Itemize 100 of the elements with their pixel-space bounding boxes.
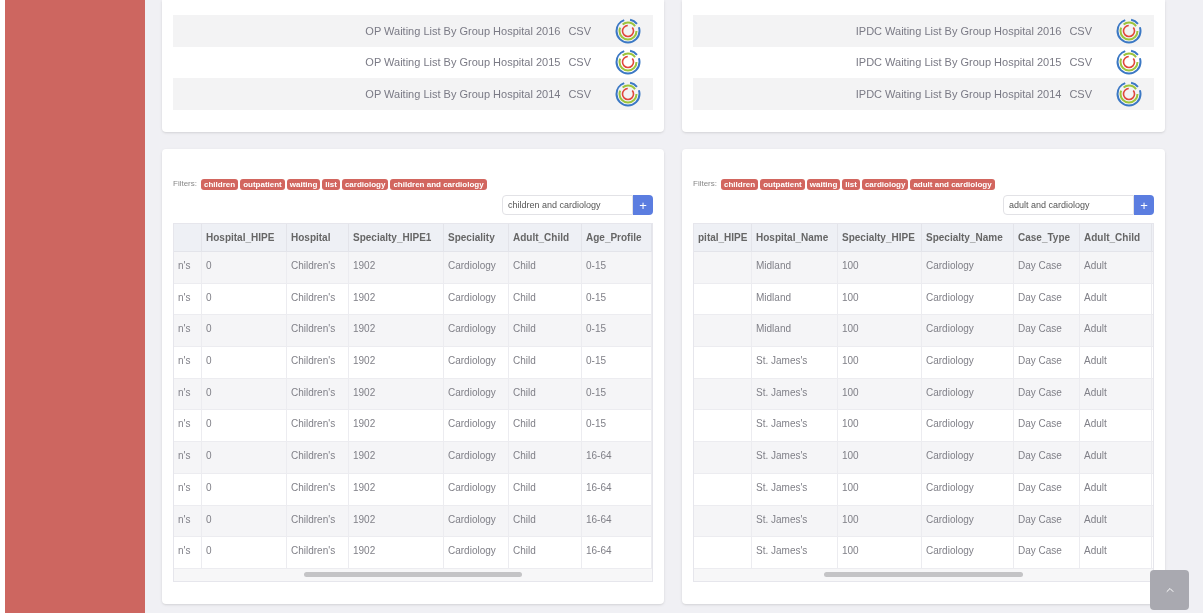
table-cell-text: Child [513, 354, 536, 369]
column-header[interactable]: Hospital_Name [756, 230, 829, 245]
table-cell-text: 1902 [353, 512, 376, 527]
file-link[interactable]: OP Waiting List By Group Hospital 2016 [365, 22, 561, 39]
filter-tag[interactable]: children [201, 178, 239, 190]
table-cell-text: Day Case [1018, 322, 1062, 337]
table-cell-text: 100 [842, 512, 859, 527]
table-cell-text: Cardiology [448, 480, 496, 495]
table-cell-text: Adult [1084, 385, 1107, 400]
file-link[interactable]: IPDC Waiting List By Group Hospital 2015 [855, 54, 1062, 71]
table-cell-text: Cardiology [926, 544, 974, 559]
ring-logo-icon[interactable] [615, 17, 641, 44]
ring-logo-icon[interactable] [1116, 49, 1142, 76]
table-cell-text: 1902 [353, 385, 376, 400]
column-header[interactable]: Adult_Child [513, 230, 570, 245]
table-cell-text: Cardiology [448, 449, 496, 464]
table-cell-text: n's [178, 512, 191, 527]
table-cell-text: Children's [291, 322, 336, 337]
table-cell-text: Day Case [1018, 290, 1062, 305]
table-cell-text: Day Case [1018, 544, 1062, 559]
table-cell-text: St. James's [756, 544, 808, 559]
filter-tag[interactable]: list [842, 178, 860, 190]
filter-tag[interactable]: children [721, 178, 759, 190]
table-cell-text: 1902 [353, 417, 376, 432]
ring-logo-icon[interactable] [1116, 80, 1142, 107]
table-cell-text: 16-64 [586, 480, 612, 495]
table-cell-text: n's [178, 385, 191, 400]
ring-logo-icon[interactable] [615, 49, 641, 76]
scrollbar-thumb[interactable] [824, 572, 1023, 578]
scrollbar-thumb[interactable] [304, 572, 522, 578]
table-cell-text: 100 [842, 322, 859, 337]
search-field[interactable]: children and cardiology [502, 195, 633, 215]
table-cell-text: Child [513, 259, 536, 273]
file-link[interactable]: OP Waiting List By Group Hospital 2014 [365, 85, 561, 102]
table-cell-text: St. James's [756, 354, 808, 369]
add-button[interactable]: + [633, 195, 653, 215]
table-cell-text: Child [513, 544, 536, 559]
filters-label: Filters: [693, 178, 717, 190]
table-cell-text: Cardiology [926, 354, 974, 369]
table-cell-text: n's [178, 544, 191, 559]
table-cell-text: 0-15 [586, 417, 606, 432]
column-header[interactable]: Adult_Child [1084, 230, 1141, 245]
filter-tag[interactable]: waiting [806, 178, 841, 190]
table-cell-text: n's [178, 290, 191, 305]
file-link[interactable]: IPDC Waiting List By Group Hospital 2016 [855, 22, 1062, 39]
table-cell-text: 0-15 [586, 322, 606, 337]
file-link[interactable]: OP Waiting List By Group Hospital 2015 [365, 54, 561, 71]
table-cell-text: 1902 [353, 322, 376, 337]
column-header[interactable]: Hospital_HIPE [206, 230, 275, 245]
table-cell-text: Day Case [1018, 480, 1062, 495]
column-header[interactable]: pital_HIPE [698, 230, 748, 245]
table-cell-text: 1902 [353, 259, 376, 273]
table-cell-text: Cardiology [926, 259, 974, 273]
filter-tag[interactable]: outpatient [760, 178, 805, 190]
filter-tag[interactable]: outpatient [240, 178, 285, 190]
table-cell-text: 100 [842, 544, 859, 559]
filter-tag[interactable]: list [322, 178, 340, 190]
table-cell-text: Children's [291, 417, 336, 432]
table-cell-text: 0 [206, 544, 212, 559]
table-cell-text: 0 [206, 385, 212, 400]
table-cell-text: Adult [1084, 354, 1107, 369]
search-field[interactable]: adult and cardiology [1003, 195, 1134, 215]
table-cell-text: 100 [842, 449, 859, 464]
column-header[interactable]: Hospital [291, 230, 331, 245]
file-format: CSV [1069, 86, 1092, 102]
table-cell-text: Children's [291, 480, 336, 495]
table-cell-text: Adult [1084, 480, 1107, 495]
column-header[interactable]: Specialty_HIPE [842, 230, 915, 245]
column-header[interactable]: Age_Profile [586, 230, 642, 245]
ring-logo-icon[interactable] [1116, 17, 1142, 44]
table-cell-text: Day Case [1018, 417, 1062, 432]
file-format: CSV [1069, 23, 1092, 39]
column-header[interactable]: Case_Type [1018, 230, 1071, 245]
filter-tag[interactable]: cardiology [341, 178, 389, 190]
filter-tag[interactable]: children and cardiology [390, 178, 487, 190]
table-cell-text: 0 [206, 449, 212, 464]
table-cell-text: Midland [756, 290, 792, 305]
table-cell-text: Child [513, 417, 536, 432]
file-format: CSV [568, 86, 591, 102]
ring-logo-icon[interactable] [615, 80, 641, 107]
column-header[interactable]: Specialty_HIPE1 [353, 230, 432, 245]
table-cell-text: Cardiology [926, 417, 974, 432]
add-button[interactable]: + [1134, 195, 1154, 215]
table-cell-text: Day Case [1018, 385, 1062, 400]
filter-tag[interactable]: cardiology [861, 178, 909, 190]
table-cell-text: 0 [206, 322, 212, 337]
column-header[interactable]: Speciality [448, 230, 495, 245]
table-cell-text: 100 [842, 385, 859, 400]
table-cell-text: 100 [842, 290, 859, 305]
filter-tag[interactable]: adult and cardiology [910, 178, 995, 190]
file-link[interactable]: IPDC Waiting List By Group Hospital 2014 [855, 85, 1062, 102]
table-cell-text: 0 [206, 512, 212, 527]
table-cell-text: Child [513, 322, 536, 337]
filter-tag[interactable]: waiting [286, 178, 321, 190]
table-cell-text: 0 [206, 259, 212, 273]
table-cell-text: Midland [756, 259, 792, 273]
table-cell-text: Day Case [1018, 354, 1062, 369]
column-header[interactable]: Specialty_Name [926, 230, 1003, 245]
table-cell-text: 100 [842, 480, 859, 495]
table-cell-text: Midland [756, 322, 792, 337]
